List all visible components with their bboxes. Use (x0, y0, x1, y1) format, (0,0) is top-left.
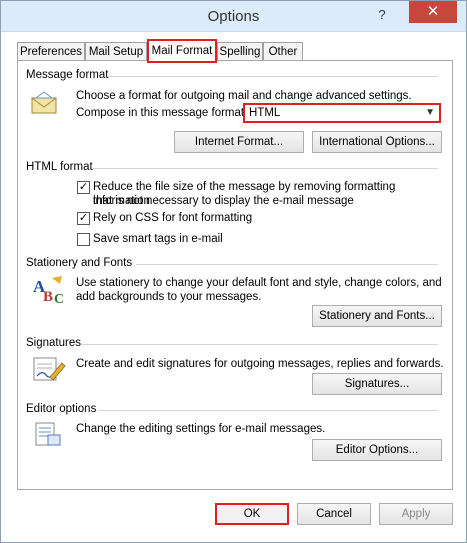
html-format-title: HTML format (26, 161, 93, 173)
stationery-description-line1: Use stationery to change your default fo… (76, 277, 442, 289)
tab-spelling[interactable]: Spelling (217, 42, 263, 62)
section-divider (136, 264, 438, 265)
section-divider (93, 168, 438, 169)
cancel-button[interactable]: Cancel (297, 503, 371, 525)
tab-other[interactable]: Other (263, 42, 303, 62)
stationery-title: Stationery and Fonts (26, 257, 133, 269)
window-title: Options (207, 8, 260, 25)
smart-tags-label: Save smart tags in e-mail (93, 233, 223, 245)
tab-mail-setup[interactable]: Mail Setup (85, 42, 147, 62)
signatures-title: Signatures (26, 337, 81, 349)
signatures-button[interactable]: Signatures... (312, 373, 442, 395)
svg-text:C: C (54, 292, 64, 305)
message-format-title: Message format (26, 69, 109, 81)
options-dialog: Options ? ✕ Preferences Mail Setup Mail … (0, 0, 467, 543)
stationery-fonts-icon: A B C (33, 276, 64, 305)
compose-format-value: HTML (249, 107, 281, 119)
svg-text:B: B (43, 289, 53, 305)
stationery-description-line2: add backgrounds to your messages. (76, 291, 262, 303)
message-format-description: Choose a format for outgoing mail and ch… (76, 90, 412, 102)
tab-preferences[interactable]: Preferences (17, 42, 85, 62)
rely-css-checkbox[interactable]: ✓ (77, 212, 90, 225)
editor-options-title: Editor options (26, 403, 97, 415)
section-divider (81, 344, 438, 345)
editor-document-icon (35, 422, 61, 446)
reduce-size-label-line2: that is not necessary to display the e-m… (93, 195, 354, 207)
section-divider (98, 410, 438, 411)
ok-button[interactable]: OK (215, 503, 289, 525)
stationery-fonts-button[interactable]: Stationery and Fonts... (312, 305, 442, 327)
internet-format-button[interactable]: Internet Format... (174, 131, 304, 153)
editor-options-button[interactable]: Editor Options... (312, 439, 442, 461)
mail-format-panel: Message format Choose a format for outgo… (17, 60, 453, 490)
help-button[interactable]: ? (373, 6, 391, 24)
section-divider (108, 76, 438, 77)
title-bar: Options ? ✕ (1, 1, 466, 32)
apply-button[interactable]: Apply (379, 503, 453, 525)
chevron-down-icon: ▼ (425, 107, 435, 118)
rely-css-label: Rely on CSS for font formatting (93, 212, 253, 224)
signature-pen-icon (33, 357, 66, 381)
tab-mail-format[interactable]: Mail Format (147, 39, 217, 63)
reduce-size-checkbox[interactable]: ✓ (77, 181, 90, 194)
envelope-icon (31, 91, 57, 114)
signatures-description: Create and edit signatures for outgoing … (76, 358, 444, 370)
smart-tags-checkbox[interactable] (77, 233, 90, 246)
compose-format-label: Compose in this message format: (76, 107, 248, 119)
compose-format-select[interactable]: HTML ▼ (243, 103, 441, 123)
close-button[interactable]: ✕ (409, 1, 457, 23)
editor-options-description: Change the editing settings for e-mail m… (76, 423, 326, 435)
international-options-button[interactable]: International Options... (312, 131, 442, 153)
